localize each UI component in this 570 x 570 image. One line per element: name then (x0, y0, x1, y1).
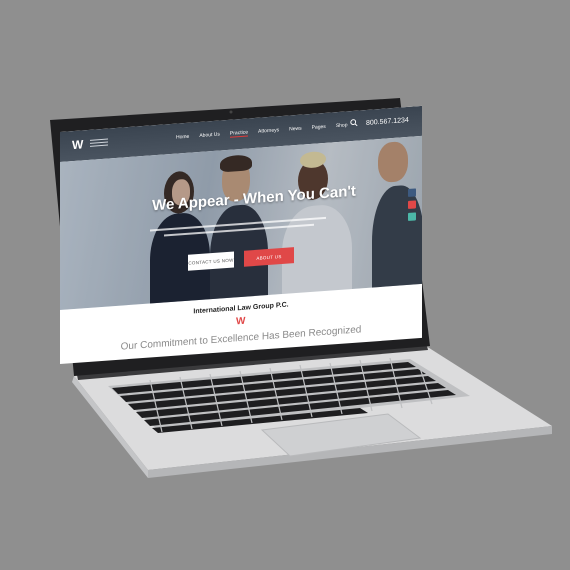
nav-shop[interactable]: Shop (336, 122, 348, 130)
nav-attorneys[interactable]: Attorneys (258, 127, 279, 136)
contact-us-button[interactable]: CONTACT US NOW (188, 251, 234, 271)
cart-icon[interactable] (408, 200, 416, 209)
hero-banner: We Appear - When You Can't CONTACT US NO… (60, 135, 422, 310)
nav-menu: Home About Us Practice Attorneys News Pa… (176, 122, 348, 141)
bookmark-icon[interactable] (408, 212, 416, 221)
nav-practice[interactable]: Practice (229, 129, 248, 138)
laptop-screen: W Home About Us Practice Attorneys News … (60, 105, 422, 364)
monitor-icon[interactable] (408, 188, 416, 197)
site-logo[interactable]: W (72, 137, 86, 152)
laptop-mockup-scene: W Home About Us Practice Attorneys News … (0, 0, 570, 570)
nav-home[interactable]: Home (176, 134, 189, 142)
side-toolbar (408, 188, 416, 225)
nav-about[interactable]: About Us (199, 131, 220, 139)
nav-pages[interactable]: Pages (312, 124, 326, 132)
phone-number[interactable]: 800.567.1234 (366, 117, 409, 127)
webcam (229, 110, 233, 114)
logo-wordmark (90, 138, 108, 150)
org-logo-icon: W (236, 315, 246, 328)
search-icon[interactable] (350, 119, 358, 128)
nav-news[interactable]: News (289, 126, 302, 134)
